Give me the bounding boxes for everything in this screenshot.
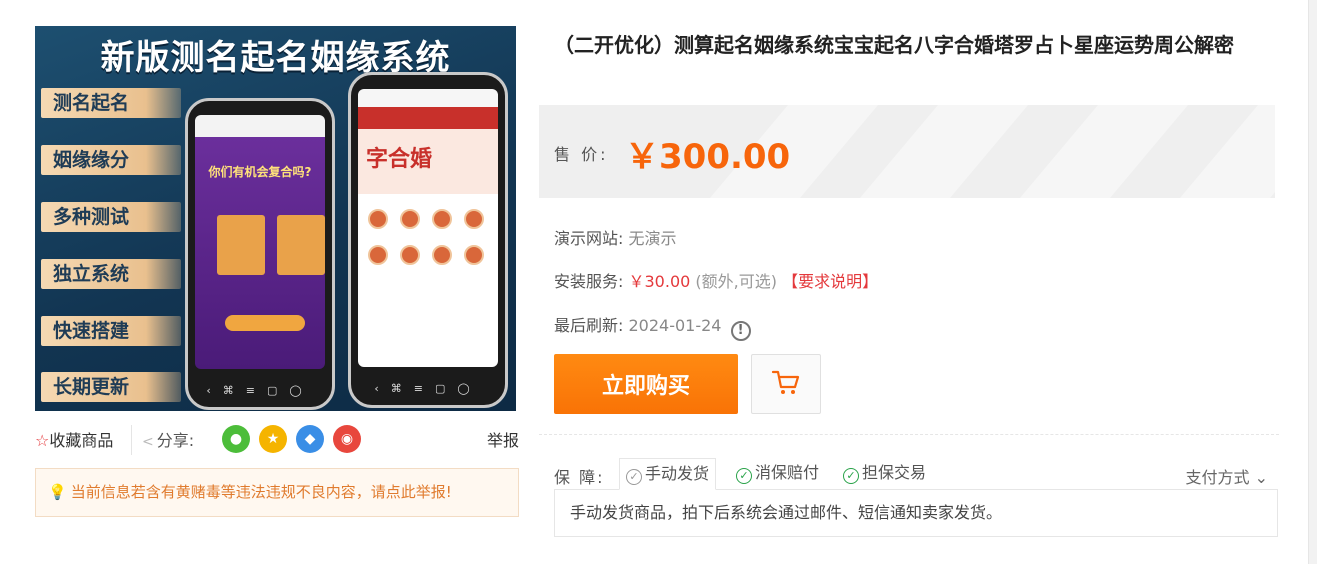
tab-label: 手动发货: [645, 464, 710, 483]
lightbulb-icon: 💡: [48, 483, 67, 501]
install-requirements-link[interactable]: 【要求说明】: [782, 272, 878, 291]
app-icon: [432, 209, 452, 229]
decor-stripe: [1179, 105, 1275, 198]
feature-tag: 姻缘缘分: [41, 145, 181, 175]
decor-stripe: [859, 105, 1029, 198]
demo-value: 无演示: [628, 229, 677, 248]
phone-nav-icons: ‹⌘≡▢◯: [374, 382, 482, 395]
install-label: 安装服务:: [554, 272, 624, 291]
tab-escrow[interactable]: ✓ 担保交易: [837, 458, 932, 490]
app-icon: [368, 245, 388, 265]
app-icon: [432, 245, 452, 265]
phone-mockup-left: 你们有机会复合吗? ‹⌘≡▢◯: [185, 98, 335, 410]
feature-tag: 测名起名: [41, 88, 181, 118]
scrollbar[interactable]: [1308, 0, 1317, 564]
app-icon: [464, 209, 484, 229]
share-icon: <: [142, 434, 154, 450]
phone-headline: 字合婚: [366, 147, 433, 172]
product-detail-page: 新版测名起名姻缘系统 测名起名 姻缘缘分 多种测试 独立系统 快速搭建 长期更新…: [0, 0, 1317, 564]
check-icon: ✓: [843, 468, 859, 484]
tarot-card: [217, 215, 265, 275]
share-section: < 分享:: [142, 427, 194, 451]
weibo-icon[interactable]: ◉: [333, 425, 361, 453]
refresh-date: 2024-01-24: [628, 316, 722, 335]
product-title: （二开优化）测算起名姻缘系统宝宝起名八字合婚塔罗占卜星座运势周公解密: [554, 33, 1234, 57]
gallery-actions: ☆收藏商品 < 分享: ● ★ ◆ ◉ 举报: [35, 425, 519, 455]
report-link[interactable]: 举报: [487, 427, 519, 451]
install-note: (额外,可选): [695, 272, 777, 291]
demo-label: 演示网站:: [554, 229, 624, 248]
add-to-cart-button[interactable]: [751, 354, 821, 414]
guarantee-bar: 保 障: ✓ 手动发货 ✓ 消保赔付 ✓ 担保交易 支付方式 ⌄: [554, 458, 1278, 490]
buy-now-button[interactable]: 立即购买: [554, 354, 738, 414]
divider: [131, 425, 132, 455]
feature-tag: 独立系统: [41, 259, 181, 289]
phone-nav-icons: ‹⌘≡▢◯: [206, 384, 314, 397]
qzone-icon[interactable]: ★: [259, 425, 287, 453]
product-main-image[interactable]: 新版测名起名姻缘系统 测名起名 姻缘缘分 多种测试 独立系统 快速搭建 长期更新…: [35, 26, 516, 411]
price-label: 售 价:: [554, 145, 609, 164]
phone-headline: 你们有机会复合吗?: [208, 165, 312, 179]
refresh-row: 最后刷新: 2024-01-24 !: [554, 312, 751, 341]
qq-icon[interactable]: ◆: [296, 425, 324, 453]
star-icon: ☆: [35, 431, 50, 450]
tab-manual-delivery[interactable]: ✓ 手动发货: [619, 458, 717, 490]
tab-label: 担保交易: [862, 463, 927, 482]
wechat-icon[interactable]: ●: [222, 425, 250, 453]
feature-tag: 快速搭建: [41, 316, 181, 346]
phone-start-button: [225, 315, 305, 331]
guarantee-description: 手动发货商品，拍下后系统会通过邮件、短信通知卖家发货。: [554, 489, 1278, 537]
tab-label: 消保赔付: [755, 463, 820, 482]
phone-mockup-right: 字合婚 ‹⌘≡▢◯: [348, 72, 508, 408]
report-notice-text: 当前信息若含有黄赌毒等违法违规不良内容，请点此举报!: [70, 483, 452, 501]
app-icon: [464, 245, 484, 265]
chevron-down-icon: ⌄: [1249, 468, 1268, 487]
refresh-label: 最后刷新:: [554, 316, 624, 335]
report-notice[interactable]: 💡 当前信息若含有黄赌毒等违法违规不良内容，请点此举报!: [35, 468, 519, 517]
favorite-label: 收藏商品: [49, 431, 114, 450]
cart-icon: [771, 370, 800, 394]
price-value: ￥300.00: [625, 137, 791, 177]
app-icon: [400, 245, 420, 265]
install-price: ￥30.00: [628, 272, 691, 291]
check-icon: ✓: [736, 468, 752, 484]
decor-stripe: [1019, 105, 1189, 198]
install-row: 安装服务: ￥30.00 (额外,可选) 【要求说明】: [554, 268, 878, 292]
section-divider: [539, 434, 1279, 435]
tab-consumer-protection[interactable]: ✓ 消保赔付: [730, 458, 825, 490]
app-icon: [400, 209, 420, 229]
payment-methods-dropdown[interactable]: 支付方式 ⌄: [1185, 464, 1268, 488]
feature-tag: 多种测试: [41, 202, 181, 232]
check-icon: ✓: [626, 469, 642, 485]
info-icon[interactable]: !: [730, 321, 751, 341]
favorite-button[interactable]: ☆收藏商品: [35, 427, 113, 451]
feature-tag: 长期更新: [41, 372, 181, 402]
app-icon: [368, 209, 388, 229]
price-box: 售 价: ￥300.00: [539, 105, 1275, 198]
payment-label: 支付方式: [1185, 468, 1250, 487]
tarot-card: [277, 215, 325, 275]
guarantee-label: 保 障:: [554, 468, 605, 487]
demo-row: 演示网站: 无演示: [554, 225, 677, 249]
share-label: 分享:: [156, 431, 195, 450]
